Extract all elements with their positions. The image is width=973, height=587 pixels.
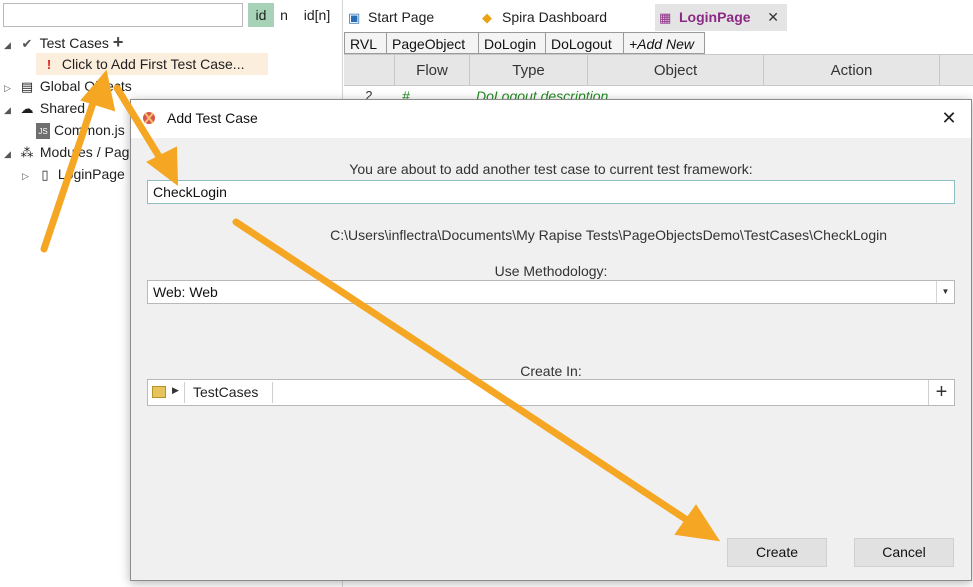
- tree-item-modules-pages[interactable]: ◢ ⁂ Modules / Pages: [4, 141, 144, 163]
- sheet-tab-dologin[interactable]: DoLogin: [478, 32, 545, 54]
- document-tab-bar: ▣ Start Page ◆ Spira Dashboard ▦ LoginPage …: [344, 2, 973, 32]
- breadcrumb-folder[interactable]: TestCases: [193, 384, 258, 400]
- tree-item-test-cases[interactable]: ◢ ✔ Test Cases +: [4, 31, 123, 53]
- folder-icon: [152, 386, 166, 398]
- sheet-tab-add-new[interactable]: +Add New: [623, 32, 705, 54]
- column-extra[interactable]: [939, 55, 973, 86]
- dialog-titlebar[interactable]: Add Test Case ✕: [131, 100, 971, 138]
- tree-item-shared[interactable]: ◢ ☁ Shared: [4, 97, 85, 119]
- cloud-icon: ☁: [20, 101, 34, 116]
- modules-icon: ⁂: [20, 145, 34, 160]
- tab-start-page[interactable]: ▣ Start Page: [344, 4, 472, 31]
- breadcrumb-separator: [184, 382, 185, 403]
- create-button[interactable]: Create: [727, 538, 827, 567]
- warning-exclamation-icon: !: [46, 57, 52, 72]
- close-dialog-icon[interactable]: ✕: [937, 106, 961, 130]
- spira-dashboard-icon: ◆: [482, 10, 492, 25]
- grid-corner: [344, 55, 394, 86]
- collapse-arrow-icon[interactable]: ◢: [4, 99, 18, 121]
- tree-item-label: Shared: [39, 100, 86, 116]
- target-path: C:\Users\inflectra\Documents\My Rapise T…: [330, 227, 887, 243]
- tree-item-label: LoginPage: [57, 166, 125, 182]
- collapse-arrow-icon[interactable]: ◢: [4, 143, 18, 165]
- check-icon: ✔: [21, 36, 33, 51]
- document-icon: ▤: [20, 79, 34, 94]
- dialog-prompt: You are about to add another test case t…: [349, 161, 753, 177]
- methodology-select[interactable]: Web: Web ▼: [147, 280, 955, 304]
- cancel-button[interactable]: Cancel: [854, 538, 954, 567]
- tab-label: Spira Dashboard: [502, 9, 608, 25]
- tree-item-global-objects[interactable]: ▷ ▤ Global Objects: [4, 75, 132, 97]
- column-action[interactable]: Action: [763, 55, 939, 86]
- tab-label: LoginPage: [679, 9, 751, 25]
- expand-arrow-icon[interactable]: ▷: [4, 77, 18, 99]
- column-flow[interactable]: Flow: [394, 55, 469, 86]
- create-in-breadcrumb[interactable]: ▶ TestCases +: [147, 379, 955, 406]
- create-in-label: Create In:: [520, 363, 582, 379]
- add-test-case-icon: [143, 112, 155, 124]
- tree-item-label: Modules / Pages: [39, 144, 145, 160]
- close-tab-icon[interactable]: ✕: [767, 4, 779, 31]
- collapse-arrow-icon[interactable]: ◢: [4, 34, 18, 56]
- add-folder-icon[interactable]: +: [928, 380, 954, 405]
- add-test-case-plus-icon[interactable]: +: [113, 32, 124, 52]
- sheet-tab-pageobject[interactable]: PageObject: [386, 32, 478, 54]
- tree-item-label: Test Cases: [39, 35, 109, 51]
- column-type[interactable]: Type: [469, 55, 587, 86]
- breadcrumb-separator: [272, 382, 273, 403]
- dialog-title: Add Test Case: [167, 110, 258, 126]
- methodology-value: Web: Web: [153, 284, 218, 300]
- js-file-icon: JS: [36, 123, 50, 140]
- tree-item-label: Click to Add First Test Case...: [61, 56, 245, 72]
- filter-n-button[interactable]: n: [276, 3, 292, 27]
- add-test-case-dialog: Add Test Case ✕ You are about to add ano…: [130, 99, 972, 581]
- methodology-label: Use Methodology:: [494, 263, 608, 279]
- tree-search-input[interactable]: [3, 3, 243, 27]
- start-page-icon: ▣: [348, 10, 361, 25]
- tree-item-common-js[interactable]: JS Common.js: [36, 119, 125, 141]
- tab-label: Start Page: [368, 9, 435, 25]
- tree-item-label: Global Objects: [39, 78, 132, 94]
- chevron-right-icon[interactable]: ▶: [172, 385, 179, 396]
- chevron-down-icon[interactable]: ▼: [936, 281, 954, 303]
- expand-arrow-icon[interactable]: ▷: [22, 165, 36, 187]
- tree-item-add-first-test-case[interactable]: ! Click to Add First Test Case...: [36, 53, 268, 75]
- grid-icon: ▦: [659, 10, 672, 25]
- tab-spira-dashboard[interactable]: ◆ Spira Dashboard: [478, 4, 648, 31]
- filter-idn-button[interactable]: id[n]: [296, 3, 338, 27]
- page-icon: ▯: [41, 167, 49, 182]
- sheet-tab-rvl[interactable]: RVL: [344, 32, 386, 54]
- test-case-name-input[interactable]: [147, 180, 955, 204]
- filter-id-button[interactable]: id: [248, 3, 274, 27]
- sheet-tab-dologout[interactable]: DoLogout: [545, 32, 623, 54]
- grid-header: Flow Type Object Action: [344, 54, 973, 86]
- column-object[interactable]: Object: [587, 55, 763, 86]
- tab-login-page[interactable]: ▦ LoginPage ✕: [655, 4, 787, 31]
- tree-item-label: Common.js: [54, 122, 125, 138]
- tree-item-login-page[interactable]: ▷ ▯ LoginPage: [22, 163, 125, 185]
